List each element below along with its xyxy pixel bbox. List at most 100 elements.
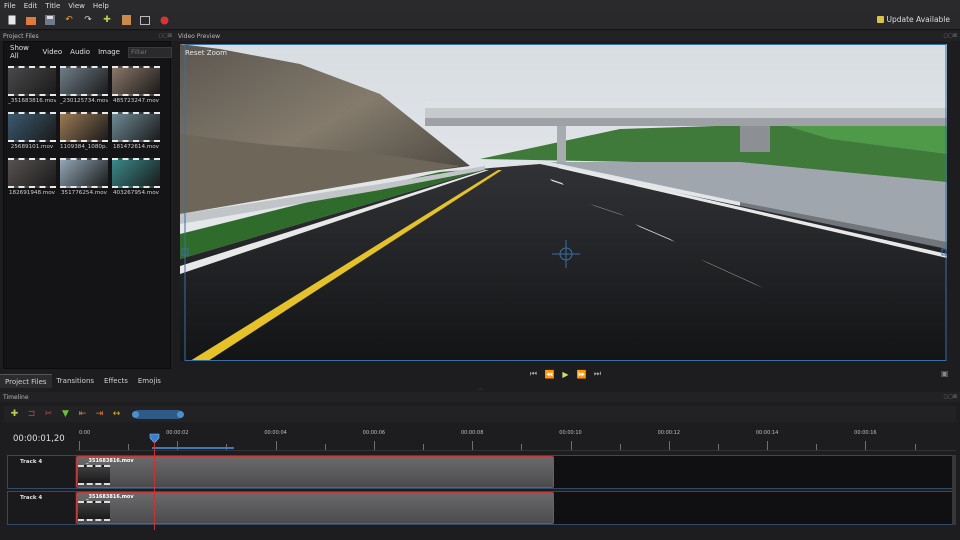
rewind-icon[interactable]: ⏪ (544, 370, 555, 379)
redo-icon[interactable]: ↷ (82, 14, 94, 26)
save-icon[interactable] (44, 14, 56, 26)
ruler-tick-label: 00:00:02 (166, 430, 189, 436)
ruler-tick (79, 441, 80, 450)
play-icon[interactable]: ▶ (560, 370, 571, 379)
tab-transitions[interactable]: Transitions (52, 374, 100, 388)
ruler-tick (324, 444, 326, 450)
ruler-tick (521, 444, 523, 450)
menu-title[interactable]: Title (45, 2, 60, 10)
fullscreen-icon[interactable] (139, 14, 151, 26)
ruler-tick (914, 444, 916, 450)
menu-file[interactable]: File (4, 2, 16, 10)
file-preview-image (60, 112, 108, 142)
fast-forward-icon[interactable]: ⏩ (576, 370, 587, 379)
ruler-tick-label: 00:00:04 (264, 430, 287, 436)
video-preview-header: Video Preview ▢▢⊠ (175, 31, 960, 41)
file-thumbnail[interactable]: 181472614.mov (112, 112, 160, 150)
jump-end-icon[interactable]: ⏭ (592, 369, 603, 379)
ruler-tick (472, 441, 474, 450)
update-available-button[interactable]: Update Available (876, 15, 951, 24)
file-thumbnail[interactable]: 403267954.mov (112, 158, 160, 196)
file-preview-image (8, 112, 56, 142)
clip-thumbnail (78, 501, 110, 521)
project-files-panel: Show All Video Audio Image _351683816.mo… (3, 41, 172, 369)
tab-effects[interactable]: Effects (99, 374, 133, 388)
menu-view[interactable]: View (68, 2, 85, 10)
project-files-title: Project Files (3, 32, 39, 40)
filter-input[interactable] (128, 46, 172, 58)
file-thumbnail[interactable]: 351776254.mov (60, 158, 108, 196)
previous-marker-icon[interactable]: ⇤ (78, 409, 87, 419)
center-playhead-icon[interactable]: ↔ (112, 409, 121, 419)
timeline-clip[interactable]: _351683816.mov (76, 456, 554, 488)
add-marker-icon[interactable]: ▼ (61, 409, 70, 419)
video-preview[interactable] (180, 44, 947, 361)
menu-edit[interactable]: Edit (24, 2, 38, 10)
timeline-scrollbar[interactable] (952, 455, 956, 525)
zoom-slider[interactable] (132, 410, 184, 419)
open-folder-icon[interactable] (25, 14, 37, 26)
filter-audio[interactable]: Audio (70, 48, 90, 56)
file-preview-image (8, 66, 56, 96)
reset-zoom-button[interactable]: Reset Zoom (185, 49, 227, 57)
file-name: 181472614.mov (113, 144, 159, 150)
ruler-tick (816, 444, 818, 450)
file-thumbnail[interactable]: 182691948.mov (8, 158, 56, 196)
record-icon[interactable] (158, 14, 170, 26)
timeline-track: Track 4 _351683816.mov (7, 455, 955, 489)
tab-emojis[interactable]: Emojis (133, 374, 166, 388)
file-preview-image (112, 158, 160, 188)
timecode-display: 00:00:01,20 (13, 434, 65, 444)
file-name: _351683816.mov (8, 98, 56, 104)
file-thumbnail[interactable]: 25689101.mov (8, 112, 56, 150)
file-thumbnail[interactable]: 485723247.mov (112, 66, 160, 104)
panel-controls-icon[interactable]: ▢▢⊠ (943, 394, 957, 400)
file-thumbnail[interactable]: 1109384_1080p... (60, 112, 108, 150)
timeline-track: Track 4 _351683816.mov (7, 491, 955, 525)
ruler-tick-label: 00:00:06 (362, 430, 386, 436)
project-files-header: Project Files ▢▢⊠ (0, 31, 175, 41)
tab-project-files[interactable]: Project Files (0, 374, 52, 388)
snap-icon[interactable]: ⊐ (27, 409, 36, 419)
file-thumbnail[interactable]: _230125734.mov (60, 66, 108, 104)
file-name: 351776254.mov (61, 190, 107, 196)
ruler-tick (128, 444, 130, 450)
timeline-header: Timeline ▢▢⊠ (0, 392, 960, 402)
video-preview-title: Video Preview (178, 32, 221, 40)
splitter-handle[interactable]: ⋯ (477, 387, 485, 393)
filter-video[interactable]: Video (43, 48, 63, 56)
filter-image[interactable]: Image (98, 48, 120, 56)
playback-range (152, 447, 234, 449)
file-preview-image (60, 66, 108, 96)
ruler-tick (767, 441, 769, 450)
panel-controls-icon[interactable]: ▢▢⊠ (158, 33, 172, 39)
track-label[interactable]: Track 4 (8, 492, 76, 524)
ruler-tick (373, 441, 375, 450)
undo-icon[interactable]: ↶ (63, 14, 75, 26)
track-label[interactable]: Track 4 (8, 456, 76, 488)
next-marker-icon[interactable]: ⇥ (95, 409, 104, 419)
menu-help[interactable]: Help (93, 2, 109, 10)
timeline-clip[interactable]: _351683816.mov (76, 492, 554, 524)
playhead-line[interactable] (154, 442, 155, 530)
ruler-tick (668, 441, 670, 450)
file-thumbnail[interactable]: _351683816.mov (8, 66, 56, 104)
camera-icon[interactable]: ▣ (941, 369, 949, 378)
ruler-tick-label: 00:00:12 (657, 430, 681, 436)
ruler-tick (275, 441, 277, 450)
panel-controls-icon[interactable]: ▢▢⊠ (943, 33, 957, 39)
add-icon[interactable]: ✚ (101, 14, 113, 26)
ruler-tick-label: 00:00:10 (559, 430, 582, 436)
ruler-tick (570, 441, 572, 450)
new-file-icon[interactable] (6, 14, 18, 26)
video-frame (180, 44, 947, 361)
jump-start-icon[interactable]: ⏮ (528, 369, 539, 379)
main-toolbar: ↶ ↷ ✚ Update Available (0, 11, 960, 30)
ruler-tick-label: 0:00 (79, 430, 91, 436)
add-track-icon[interactable]: ✚ (10, 409, 19, 419)
filter-show-all[interactable]: Show All (10, 44, 35, 60)
razor-icon[interactable]: ✂ (44, 409, 53, 419)
ruler-tick (423, 444, 425, 450)
update-label: Update Available (886, 15, 951, 24)
import-icon[interactable] (120, 14, 132, 26)
